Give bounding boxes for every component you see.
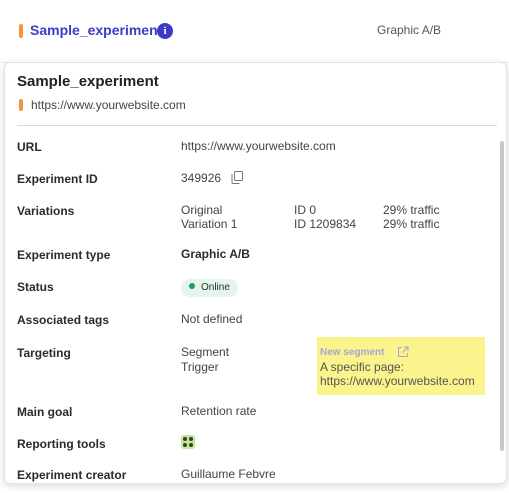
status-color-marker: [19, 24, 23, 38]
experiment-id-value: 349926: [181, 171, 222, 185]
variation-id: ID 0: [294, 203, 317, 217]
associated-tags-label: Associated tags: [17, 313, 110, 327]
panel-url: https://www.yourwebsite.com: [31, 98, 186, 112]
scrollbar[interactable]: [500, 141, 504, 451]
url-value: https://www.yourwebsite.com: [181, 139, 336, 153]
main-goal-value: Retention rate: [181, 404, 257, 418]
experiment-type-label: Experiment type: [17, 248, 111, 262]
variation-id: ID 1209834: [294, 217, 357, 231]
experiment-name-link[interactable]: Sample_experiment: [30, 22, 162, 38]
reporting-tools-label: Reporting tools: [17, 437, 106, 451]
main-goal-label: Main goal: [17, 405, 73, 419]
variation-traffic: 29% traffic: [383, 217, 440, 231]
variation-name: Original: [181, 203, 223, 217]
associated-tags-value: Not defined: [181, 312, 243, 326]
status-color-marker: [19, 99, 23, 111]
status-label: Status: [17, 280, 54, 294]
new-segment-link[interactable]: New segment: [320, 347, 384, 358]
variations-label: Variations: [17, 204, 75, 218]
segment-url: https://www.yourwebsite.com: [320, 374, 475, 388]
experiment-type-cell: Graphic A/B: [377, 23, 442, 37]
reporting-tool-icon[interactable]: [181, 435, 195, 449]
status-dot-icon: [189, 283, 195, 289]
segment-description: A specific page:: [320, 360, 405, 374]
divider: [17, 125, 497, 126]
experiment-type-value: Graphic A/B: [181, 247, 250, 261]
url-label: URL: [17, 140, 42, 154]
variation-name: Variation 1: [181, 217, 238, 231]
experiment-id-label: Experiment ID: [17, 172, 98, 186]
copy-icon[interactable]: [231, 171, 243, 184]
variation-traffic: 29% traffic: [383, 203, 440, 217]
experiment-list-row[interactable]: Sample_experiment i Graphic A/B: [0, 0, 509, 63]
targeting-label: Targeting: [17, 346, 71, 360]
experiment-creator-label: Experiment creator: [17, 468, 127, 482]
status-text: Online: [201, 282, 230, 293]
panel-title: Sample_experiment: [17, 73, 159, 90]
experiment-creator-value: Guillaume Febvre: [181, 467, 276, 481]
trigger-label: Trigger: [181, 360, 219, 374]
info-icon[interactable]: i: [157, 23, 173, 39]
external-link-icon[interactable]: [397, 346, 409, 358]
experiment-details-popover: Sample_experiment https://www.yourwebsit…: [4, 62, 507, 484]
segment-label: Segment: [181, 345, 230, 359]
status-badge: Online: [181, 279, 238, 297]
